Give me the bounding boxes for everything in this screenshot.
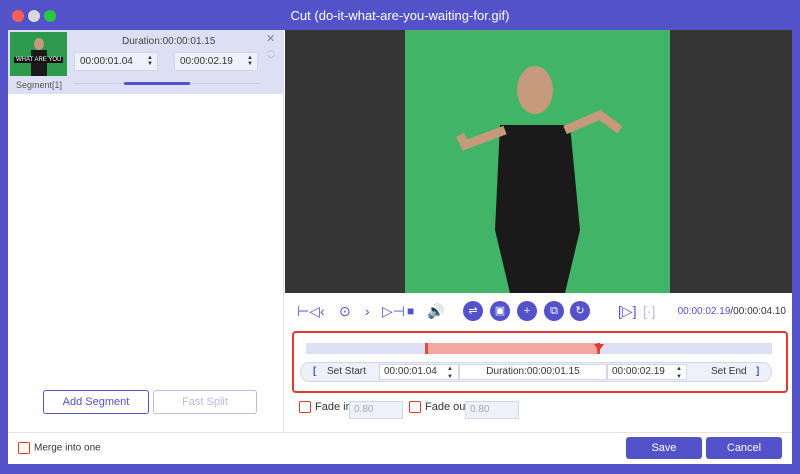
segment-panel: WHAT ARE YOU Segment[1] Duration:00:00:0… — [8, 30, 284, 432]
stepper-icon[interactable]: ▲ ▼ — [247, 55, 253, 67]
current-time: 00:00:02.19 — [677, 306, 731, 317]
fade-out-group: Fade out 0.80 — [409, 401, 529, 419]
cut-duration-value: Duration:00:00:01.15 — [486, 366, 580, 377]
merge-checkbox[interactable] — [18, 442, 30, 454]
add-icon[interactable]: + — [517, 301, 537, 321]
cut-start-value: 00:00:01.04 — [384, 366, 437, 377]
playhead-marker[interactable] — [594, 344, 604, 351]
add-segment-button[interactable]: Add Segment — [43, 390, 149, 414]
cut-end-value: 00:00:02.19 — [612, 366, 665, 377]
fast-split-button[interactable]: Fast Split — [153, 390, 257, 414]
merge-option: Merge into one — [18, 442, 101, 454]
title-bar: Cut (do-it-what-are-you-waiting-for.gif) — [0, 0, 800, 30]
stop-icon[interactable]: ■ — [407, 304, 414, 318]
play-selection-icon[interactable]: [▷] — [618, 304, 637, 318]
fade-in-checkbox[interactable] — [299, 401, 311, 414]
cut-window: Cut (do-it-what-are-you-waiting-for.gif)… — [0, 0, 800, 474]
bracket-open: [ — [313, 366, 317, 377]
copy-icon[interactable]: ⧉ — [544, 301, 564, 321]
set-end-button[interactable]: Set End — [711, 363, 747, 381]
segment-start-value: 00:00:01.04 — [80, 56, 133, 67]
selected-range[interactable] — [425, 343, 600, 354]
segment-thumbnail: WHAT ARE YOU — [10, 32, 67, 76]
fade-out-label: Fade out — [425, 401, 469, 413]
thumbnail-caption: WHAT ARE YOU — [14, 57, 64, 63]
chevron-down-icon[interactable]: ﹀ — [267, 54, 275, 65]
segment-item[interactable]: WHAT ARE YOU Segment[1] Duration:00:00:0… — [8, 30, 284, 94]
volume-icon[interactable]: 🔊 — [427, 304, 444, 318]
fade-in-value[interactable]: 0.80 — [349, 401, 403, 419]
content-area: WHAT ARE YOU Segment[1] Duration:00:00:0… — [8, 30, 792, 464]
segment-label: Segment[1] — [16, 80, 63, 90]
video-preview — [285, 30, 792, 293]
segment-start-field[interactable]: 00:00:01.04 ▲ ▼ — [74, 52, 158, 71]
segment-duration: Duration:00:00:01.15 — [122, 36, 216, 47]
set-start-button[interactable]: Set Start — [327, 363, 366, 381]
timecode: 00:00:02.19/00:00:04.10 — [678, 306, 786, 317]
cancel-button[interactable]: Cancel — [706, 437, 782, 459]
video-frame — [405, 30, 670, 293]
split-icon[interactable]: ⇌ — [463, 301, 483, 321]
fade-out-checkbox[interactable] — [409, 401, 421, 414]
thumbnail-figure — [31, 38, 47, 76]
timeline-track[interactable] — [306, 343, 772, 354]
bracket-close: ] — [756, 366, 760, 377]
cut-end-field[interactable]: 00:00:02.19 — [607, 364, 687, 380]
save-button[interactable]: Save — [626, 437, 702, 459]
reset-icon[interactable]: ↻ — [570, 301, 590, 321]
fade-in-label: Fade in — [315, 401, 352, 413]
editor-panel: ⊢◁ ‹ ⊙ › ▷⊣ ■ 🔊 ⇌ ▣ + ⧉ ↻ [▷] [·] 00:00:… — [285, 30, 792, 432]
total-time: /00:00:04.10 — [730, 306, 786, 317]
end-stepper-icon[interactable]: ▲ ▼ — [676, 365, 682, 383]
fit-icon[interactable]: ▣ — [490, 301, 510, 321]
window-title: Cut (do-it-what-are-you-waiting-for.gif) — [290, 8, 510, 23]
player-controls: ⊢◁ ‹ ⊙ › ▷⊣ ■ 🔊 ⇌ ▣ + ⧉ ↻ [▷] [·] 00:00:… — [285, 293, 792, 329]
skip-to-start-icon[interactable]: ⊢◁ — [297, 304, 320, 318]
cut-range-panel: [ Set Start 00:00:01.04 ▲ ▼ Duration:00:0… — [292, 331, 788, 393]
fade-in-group: Fade in 0.80 — [299, 401, 409, 419]
loop-selection-icon[interactable]: [·] — [643, 304, 655, 318]
skip-to-end-icon[interactable]: ▷⊣ — [382, 304, 405, 318]
previous-frame-icon[interactable]: ‹ — [320, 304, 325, 318]
start-stepper-icon[interactable]: ▲ ▼ — [447, 365, 453, 383]
next-frame-icon[interactable]: › — [365, 304, 370, 318]
stepper-icon[interactable]: ▲ ▼ — [147, 55, 153, 67]
segment-range — [124, 82, 190, 85]
video-figure — [455, 66, 623, 293]
bottom-bar: Merge into one Save Cancel — [8, 432, 792, 464]
cut-controls-row: [ Set Start 00:00:01.04 ▲ ▼ Duration:00:0… — [300, 362, 772, 382]
merge-label: Merge into one — [34, 442, 101, 454]
segment-end-field[interactable]: 00:00:02.19 ▲ ▼ — [174, 52, 258, 71]
segment-end-value: 00:00:02.19 — [180, 56, 233, 67]
fade-out-value[interactable]: 0.80 — [465, 401, 519, 419]
cut-duration-field: Duration:00:00:01.15 — [459, 364, 607, 380]
play-icon[interactable]: ⊙ — [339, 304, 351, 318]
